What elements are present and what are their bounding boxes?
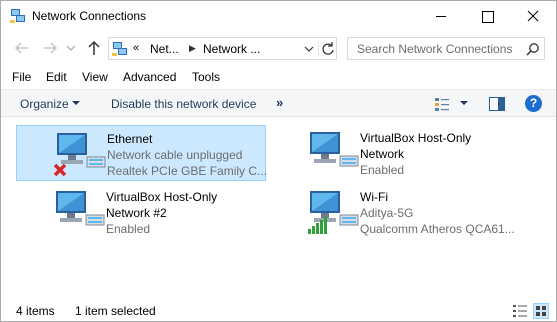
maximize-button[interactable] [464,1,510,31]
wifi-signal-icon [308,191,359,234]
menu-file[interactable]: File [12,70,31,84]
breadcrumb-segment[interactable]: Network ... [203,42,260,56]
breadcrumb-separator-icon[interactable]: ▶ [189,43,196,54]
connection-virtualbox-host-only-network[interactable]: VirtualBox Host-Only Network Enabled [270,125,520,181]
tiles-view-icon[interactable] [533,303,549,319]
network-adapter-icon [310,132,359,167]
network-connections-window: Network Connections « Net... ▶ Network .… [0,0,557,322]
organize-button[interactable]: Organize [20,97,69,111]
connection-name: Wi-Fi [360,190,388,204]
navigation-bar: « Net... ▶ Network ... Search Network Co… [1,33,556,63]
breadcrumb-segment[interactable]: Net... [150,42,179,56]
connection-wifi[interactable]: Wi-Fi Aditya-5G Qualcomm Atheros QCA61..… [270,184,520,240]
address-bar[interactable]: « Net... ▶ Network ... [108,37,337,60]
command-bar: Organize Disable this network device » ? [1,89,556,117]
selection-count: 1 item selected [75,304,156,318]
disable-device-button[interactable]: Disable this network device [111,97,256,111]
address-dropdown-chevron-icon[interactable] [304,45,314,53]
organize-dropdown-icon[interactable] [72,101,80,105]
search-placeholder[interactable]: Search Network Connections [357,42,512,56]
connection-name-line2: Network #2 [106,206,167,220]
control-panel-icon [112,42,127,56]
title-bar[interactable]: Network Connections [1,1,556,31]
network-adapter-icon [56,191,105,226]
search-icon[interactable] [526,42,540,56]
network-connections-app-icon [10,9,25,23]
connection-name-line2: Network [360,147,405,161]
menu-tools[interactable]: Tools [192,70,220,84]
close-button[interactable] [510,1,556,31]
connection-status: Enabled [360,163,405,177]
close-icon [527,10,539,22]
back-arrow-icon[interactable] [13,39,31,57]
connection-status: Aditya-5G [360,206,414,220]
item-count: 4 items [16,304,55,318]
menu-edit[interactable]: Edit [46,70,67,84]
tiles-grid-icon [536,306,546,316]
address-overflow-chevron[interactable]: « [133,42,139,54]
connection-device: Realtek PCIe GBE Family C... [107,164,268,178]
connection-device: Qualcomm Atheros QCA61... [360,222,515,236]
more-commands-button[interactable]: » [276,95,283,110]
menu-view[interactable]: View [82,70,108,84]
menu-bar: File Edit View Advanced Tools [1,67,556,87]
window-title: Network Connections [32,9,147,23]
connection-status: Enabled [106,222,151,236]
connections-list: Ethernet Network cable unplugged Realtek… [1,118,556,298]
refresh-icon[interactable] [320,41,336,57]
menu-advanced[interactable]: Advanced [123,70,176,84]
status-bar: 4 items 1 item selected [1,300,556,322]
connection-virtualbox-host-only-network-2[interactable]: VirtualBox Host-Only Network #2 Enabled [16,184,266,240]
change-view-icon[interactable] [434,96,450,112]
search-box[interactable]: Search Network Connections [347,37,545,60]
help-icon[interactable]: ? [525,95,542,112]
connection-name: Ethernet [107,132,153,146]
preview-pane-icon[interactable] [489,97,505,111]
connection-name: VirtualBox Host-Only [360,131,472,145]
details-view-icon[interactable] [512,304,528,318]
view-dropdown-icon[interactable] [460,101,468,105]
recent-locations-chevron-icon[interactable] [65,39,77,57]
connection-name: VirtualBox Host-Only [106,190,218,204]
up-arrow-icon[interactable] [85,39,103,57]
minimize-button[interactable] [418,1,464,31]
address-divider [318,40,319,57]
connection-ethernet[interactable]: Ethernet Network cable unplugged Realtek… [16,125,268,181]
forward-arrow-icon[interactable] [41,39,59,57]
ethernet-disconnected-icon [53,133,106,177]
connection-status: Network cable unplugged [107,148,243,162]
